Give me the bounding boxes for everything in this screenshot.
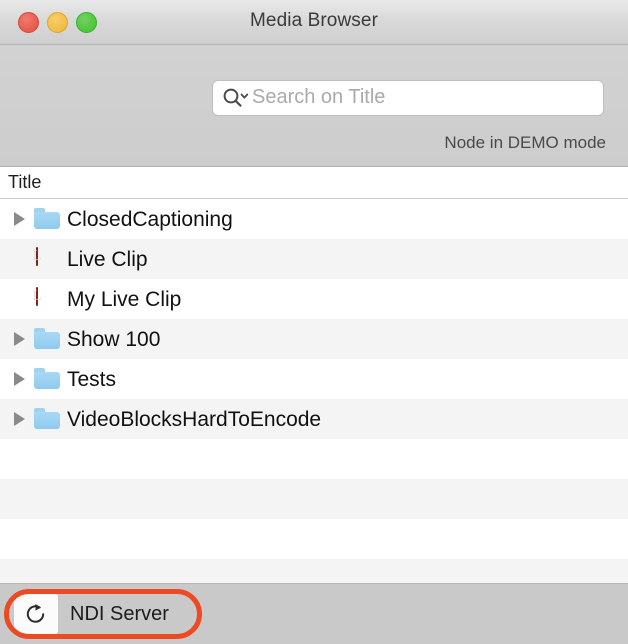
table-row[interactable]: Show 100: [0, 319, 628, 359]
window-title: Media Browser: [249, 10, 378, 31]
table-row[interactable]: L My Live Clip: [0, 279, 628, 319]
list-column-header[interactable]: Title: [0, 167, 628, 199]
disclosure-triangle-icon[interactable]: [14, 212, 34, 226]
search-icon[interactable]: [221, 86, 251, 110]
bottom-toolbar: NDI Server: [0, 583, 628, 644]
row-label: Tests: [67, 367, 117, 391]
chevron-down-icon: [240, 93, 249, 99]
live-clip-icon: L: [32, 247, 42, 266]
column-header-title[interactable]: Title: [0, 172, 41, 193]
empty-row[interactable]: [0, 519, 628, 559]
empty-row[interactable]: [0, 479, 628, 519]
disclosure-triangle-icon[interactable]: [14, 372, 34, 386]
folder-icon: [34, 208, 60, 230]
refresh-button[interactable]: [14, 594, 58, 634]
table-row[interactable]: L Live Clip: [0, 239, 628, 279]
search-input[interactable]: Search on Title: [252, 87, 385, 109]
empty-row[interactable]: [0, 439, 628, 479]
refresh-icon: [26, 604, 45, 623]
row-label: My Live Clip: [67, 287, 182, 311]
row-label: ClosedCaptioning: [67, 207, 233, 231]
ndi-server-label[interactable]: NDI Server: [70, 603, 169, 626]
row-label: Live Clip: [67, 247, 148, 271]
table-row[interactable]: Tests: [0, 359, 628, 399]
folder-icon: [34, 408, 60, 430]
media-browser-window: Media Browser Search on Title Node in DE…: [0, 0, 628, 644]
media-list[interactable]: ClosedCaptioning L Live Clip L My Live C…: [0, 199, 628, 583]
row-label: Show 100: [67, 327, 161, 351]
empty-row[interactable]: [0, 559, 628, 583]
table-row[interactable]: VideoBlocksHardToEncode: [0, 399, 628, 439]
window-titlebar: Media Browser: [0, 0, 628, 45]
disclosure-triangle-icon[interactable]: [14, 412, 34, 426]
disclosure-triangle-icon[interactable]: [14, 332, 34, 346]
search-field[interactable]: Search on Title: [212, 80, 604, 116]
row-label: VideoBlocksHardToEncode: [67, 407, 322, 431]
folder-icon: [34, 368, 60, 390]
toolbar: Search on Title Node in DEMO mode: [0, 45, 628, 167]
demo-mode-status: Node in DEMO mode: [444, 133, 606, 152]
table-row[interactable]: ClosedCaptioning: [0, 199, 628, 239]
live-clip-icon: L: [32, 287, 42, 306]
folder-icon: [34, 328, 60, 350]
